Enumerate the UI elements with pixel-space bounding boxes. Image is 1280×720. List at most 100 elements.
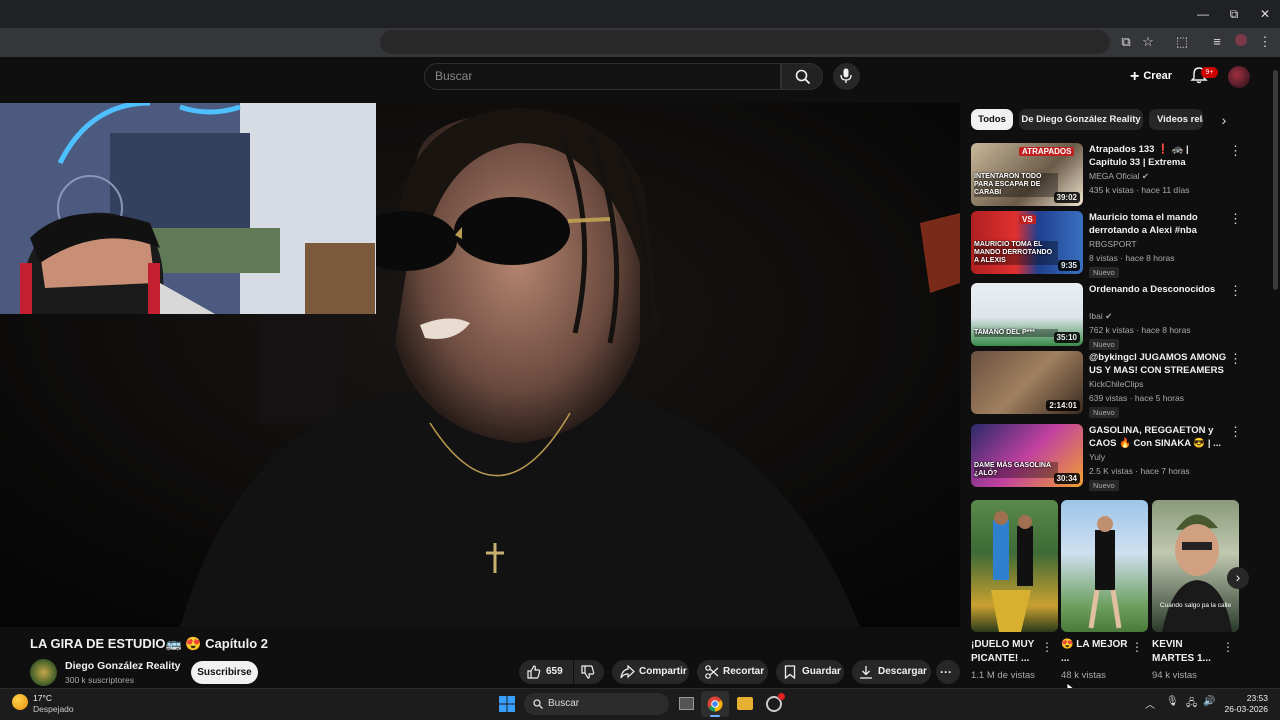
recommendation-item[interactable]: TAMAÑO DEL P*** 35:10 Ordenando a Desconoc…: [971, 283, 1251, 350]
recommendation-channel[interactable]: RBGSPORT: [1089, 239, 1137, 249]
recommendation-menu-icon[interactable]: ⋮: [1229, 351, 1242, 367]
short-menu-icon[interactable]: ⋮: [1041, 640, 1053, 654]
windows-start-icon[interactable]: [499, 696, 515, 712]
account-avatar[interactable]: [1228, 66, 1250, 88]
chip-channel[interactable]: De Diego González Reality: [1019, 109, 1143, 130]
download-icon: [860, 666, 872, 679]
clock-date[interactable]: 26-03-2026: [1216, 704, 1268, 714]
channel-avatar[interactable]: [30, 659, 57, 686]
volume-icon[interactable]: 🔊: [1203, 696, 1215, 707]
short-menu-icon[interactable]: ⋮: [1222, 640, 1234, 654]
chevron-right-icon[interactable]: ›: [1214, 110, 1234, 130]
recommendation-channel[interactable]: Yuly: [1089, 452, 1105, 462]
weather-temp[interactable]: 17°C: [33, 693, 52, 703]
recommendation-menu-icon[interactable]: ⋮: [1229, 424, 1242, 440]
video-thumbnail[interactable]: MAURICIO TOMA EL MANDO DERROTANDO A ALEX…: [971, 211, 1083, 274]
taskbar-search[interactable]: Buscar: [524, 693, 669, 715]
short-views: 1.1 M de vistas: [971, 670, 1035, 681]
address-bar[interactable]: [380, 30, 1110, 54]
video-duration: 39:02: [1053, 192, 1080, 203]
bookmark-star-icon[interactable]: ☆: [1137, 32, 1159, 52]
shorts-next-button[interactable]: ›: [1227, 567, 1249, 589]
download-label: Descargar: [878, 666, 927, 677]
like-button[interactable]: 659: [519, 660, 573, 684]
clip-button[interactable]: Recortar: [697, 660, 768, 684]
browser-menu-icon[interactable]: ⋮: [1254, 32, 1276, 52]
recommendation-title[interactable]: GASOLINA, REGGAETON y CAOS 🔥 Con SINAKA …: [1089, 424, 1229, 450]
save-button[interactable]: Guardar: [776, 660, 844, 684]
clock-time[interactable]: 23:53: [1228, 693, 1268, 703]
search-button[interactable]: [781, 63, 823, 90]
file-explorer-icon[interactable]: [737, 697, 753, 710]
weather-icon[interactable]: [12, 694, 28, 710]
recommendation-title[interactable]: @bykingcl JUGAMOS AMONG US Y MAS! CON ST…: [1089, 351, 1229, 378]
dislike-button[interactable]: [574, 660, 604, 684]
video-player[interactable]: [0, 103, 960, 627]
page-scrollbar[interactable]: [1271, 60, 1280, 688]
recommendation-menu-icon[interactable]: ⋮: [1229, 283, 1242, 299]
recommendation-meta: 639 vistas · hace 5 horas: [1089, 393, 1184, 403]
notification-badge: 9+: [1201, 67, 1218, 78]
short-menu-icon[interactable]: ⋮: [1131, 640, 1143, 654]
recommendation-meta: 8 vistas · hace 8 horas: [1089, 253, 1175, 263]
voice-search-button[interactable]: [833, 63, 860, 90]
video-thumbnail[interactable]: INTENTARON TODO PARA ESCAPAR DE CARABI AT…: [971, 143, 1083, 206]
channel-name[interactable]: Diego González Reality: [65, 660, 181, 672]
media-control-icon[interactable]: ≡: [1206, 32, 1228, 52]
recommendation-channel[interactable]: MEGA Oficial ✔: [1089, 171, 1149, 182]
video-thumbnail[interactable]: TAMAÑO DEL P*** 35:10: [971, 283, 1083, 346]
install-app-icon[interactable]: ⧉: [1115, 32, 1137, 52]
thumbnail-text: MAURICIO TOMA EL MANDO DERROTANDO A ALEX…: [974, 241, 1058, 265]
short-thumbnail[interactable]: [1061, 500, 1148, 632]
search-icon: [533, 699, 543, 709]
subscribe-button[interactable]: Suscribirse: [191, 661, 258, 684]
recommendation-title[interactable]: Atrapados 133 ❗ 🚓 | Capítulo 33 | Extrem…: [1089, 143, 1229, 170]
close-button[interactable]: ✕: [1248, 4, 1280, 24]
recommendation-title[interactable]: Ordenando a Desconocidos: [1089, 283, 1229, 296]
network-icon[interactable]: 🖧: [1186, 696, 1197, 713]
recommendation-menu-icon[interactable]: ⋮: [1229, 211, 1242, 227]
thumbs-up-icon: [527, 665, 541, 679]
video-thumbnail[interactable]: DAME MÁS GASOLINA ¿ALÓ? 30:34: [971, 424, 1083, 487]
recommendation-item[interactable]: INTENTARON TODO PARA ESCAPAR DE CARABI AT…: [971, 143, 1251, 209]
short-thumbnail[interactable]: Cuando salgo pa la calle: [1152, 500, 1239, 632]
recommendation-title[interactable]: Mauricio toma el mando derrotando a Alex…: [1089, 211, 1229, 237]
recommendation-item[interactable]: DAME MÁS GASOLINA ¿ALÓ? 30:34 GASOLINA, RE…: [971, 424, 1251, 491]
profile-icon[interactable]: [1230, 32, 1252, 52]
taskbar-search-label: Buscar: [548, 698, 580, 709]
recommendation-channel[interactable]: KickChileClips: [1089, 379, 1143, 389]
minimize-button[interactable]: —: [1186, 4, 1220, 24]
microphone-tray-icon[interactable]: 🎙: [1166, 696, 1179, 707]
app-icon[interactable]: [766, 693, 785, 712]
search-icon: [795, 69, 811, 85]
share-button[interactable]: Compartir: [612, 660, 689, 684]
search-input[interactable]: Buscar: [424, 63, 781, 90]
recommendation-item[interactable]: 2:14:01 @bykingcl JUGAMOS AMONG US Y MAS!…: [971, 351, 1251, 418]
maximize-button[interactable]: ⧉: [1217, 4, 1251, 24]
like-count: 659: [546, 666, 563, 677]
recommendation-menu-icon[interactable]: ⋮: [1229, 143, 1242, 159]
short-scene: [991, 511, 1033, 632]
share-icon: [620, 665, 635, 679]
new-badge: Nuevo: [1089, 339, 1119, 350]
short-title[interactable]: KEVIN MARTES 1...: [1152, 638, 1224, 666]
short-thumbnail[interactable]: [971, 500, 1058, 632]
short-caption: Cuando salgo pa la calle: [1159, 602, 1232, 609]
recommendation-item[interactable]: MAURICIO TOMA EL MANDO DERROTANDO A ALEX…: [971, 211, 1251, 278]
short-title[interactable]: ¡DUELO MUY PICANTE! ...: [971, 638, 1043, 666]
video-duration: 2:14:01: [1046, 400, 1080, 411]
video-thumbnail[interactable]: 2:14:01: [971, 351, 1083, 414]
recommendation-channel[interactable]: Ibai ✔: [1089, 311, 1112, 322]
new-badge: Nuevo: [1089, 407, 1119, 418]
task-view-icon[interactable]: [679, 697, 694, 710]
chrome-taskbar-button[interactable]: [701, 691, 729, 717]
short-views: 48 k vistas: [1061, 670, 1106, 681]
more-actions-button[interactable]: ···: [936, 660, 960, 684]
chip-todos[interactable]: Todos: [971, 109, 1013, 130]
download-button[interactable]: Descargar: [852, 660, 931, 684]
chevron-up-icon[interactable]: ︿: [1145, 696, 1155, 711]
extensions-icon[interactable]: ⬚: [1171, 32, 1193, 52]
chip-related[interactable]: Videos rela: [1149, 109, 1203, 130]
create-button[interactable]: + Crear: [1124, 64, 1180, 88]
short-title[interactable]: 😍 LA MEJOR ...: [1061, 638, 1133, 666]
